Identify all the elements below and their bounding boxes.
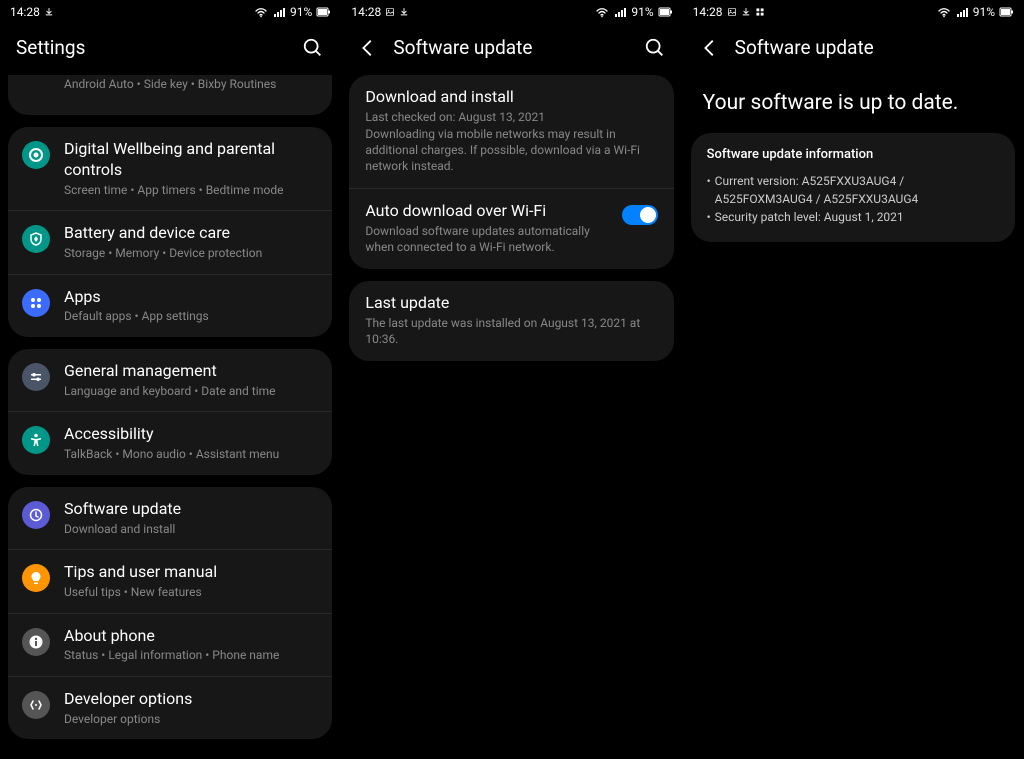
item-title: Digital Wellbeing and parental controls: [64, 139, 318, 181]
general-icon: [22, 363, 50, 391]
download-install-item[interactable]: Download and install Last checked on: Au…: [349, 75, 673, 189]
current-version-line: Current version: A525FXXU3AUG4 / A525FOX…: [707, 172, 999, 208]
back-icon[interactable]: [699, 37, 721, 59]
battery-pct: 91%: [973, 5, 995, 19]
settings-group-partial: Android Auto • Side key • Bixby Routines: [8, 75, 332, 115]
list-item[interactable]: Digital Wellbeing and parental controls S…: [8, 127, 332, 211]
item-title: General management: [64, 361, 318, 382]
last-update-card: Last update The last update was installe…: [349, 281, 673, 361]
search-icon[interactable]: [302, 37, 324, 59]
apps-indicator-icon: [755, 7, 765, 17]
page-title: Software update: [393, 36, 629, 59]
battery-icon: [658, 5, 672, 19]
battery-pct: 91%: [631, 5, 653, 19]
auto-download-item[interactable]: Auto download over Wi-Fi Download softwa…: [349, 189, 673, 269]
item-title: Tips and user manual: [64, 562, 318, 583]
item-sub: Default apps • App settings: [64, 309, 318, 325]
list-item[interactable]: Software update Download and install: [8, 487, 332, 550]
search-icon[interactable]: [644, 37, 666, 59]
status-time: 14:28: [351, 5, 381, 19]
item-title: About phone: [64, 626, 318, 647]
item-sub: Developer options: [64, 712, 318, 728]
signal-icon: [272, 5, 286, 19]
list-item[interactable]: Tips and user manual Useful tips • New fe…: [8, 550, 332, 613]
dev-icon: [22, 691, 50, 719]
item-sub: Android Auto • Side key • Bixby Routines: [64, 77, 318, 93]
item-title: Apps: [64, 287, 318, 308]
item-sub: Download and install: [64, 522, 318, 538]
item-sub: Last checked on: August 13, 2021: [365, 110, 657, 126]
auto-download-toggle[interactable]: [622, 205, 658, 225]
care-icon: [22, 225, 50, 253]
download-indicator-icon: [741, 7, 751, 17]
update-info-card: Software update information Current vers…: [691, 133, 1015, 242]
security-patch-line: Security patch level: August 1, 2021: [707, 208, 999, 226]
list-item[interactable]: Accessibility TalkBack • Mono audio • Ass…: [8, 412, 332, 474]
item-title: Accessibility: [64, 424, 318, 445]
update-options-card: Download and install Last checked on: Au…: [349, 75, 673, 269]
list-item[interactable]: AppsDefault apps • App settings: [8, 275, 332, 337]
signal-icon: [955, 5, 969, 19]
settings-group-2: General management Language and keyboard …: [8, 349, 332, 475]
item-sub: Language and keyboard • Date and time: [64, 384, 318, 400]
about-icon: [22, 628, 50, 656]
status-time: 14:28: [693, 5, 723, 19]
list-item[interactable]: General management Language and keyboard …: [8, 349, 332, 412]
wellbeing-icon: [22, 141, 50, 169]
info-card-title: Software update information: [707, 147, 999, 162]
update-header: Software update: [683, 24, 1023, 75]
item-sub: The last update was installed on August …: [365, 316, 657, 347]
screen-software-update: 14:28 91% Software update Download and i…: [341, 0, 682, 759]
download-indicator-icon: [44, 7, 54, 17]
last-update-item[interactable]: Last update The last update was installe…: [349, 281, 673, 361]
accessibility-icon: [22, 426, 50, 454]
update-icon: [22, 501, 50, 529]
screen-update-status: 14:28 91% Software update Your software …: [683, 0, 1024, 759]
page-title: Software update: [735, 36, 1007, 59]
wifi-icon: [254, 5, 268, 19]
item-sub: Useful tips • New features: [64, 585, 318, 601]
item-title: Auto download over Wi-Fi: [365, 201, 611, 222]
battery-icon: [999, 5, 1013, 19]
apps-icon: [22, 289, 50, 317]
screen-settings: 14:28 91% Settings Android Auto • Side k…: [0, 0, 341, 759]
item-sub: TalkBack • Mono audio • Assistant menu: [64, 447, 318, 463]
hero-text: Your software is up to date.: [703, 91, 1003, 115]
item-title: Battery and device care: [64, 223, 318, 244]
settings-group-1: Digital Wellbeing and parental controls S…: [8, 127, 332, 337]
item-sub: Downloading via mobile networks may resu…: [365, 127, 657, 174]
status-bar: 14:28 91%: [683, 0, 1023, 24]
back-icon[interactable]: [357, 37, 379, 59]
list-item[interactable]: Android Auto • Side key • Bixby Routines: [8, 75, 332, 115]
status-bar: 14:28 91%: [0, 0, 340, 24]
wifi-icon: [595, 5, 609, 19]
item-sub: Storage • Memory • Device protection: [64, 246, 318, 262]
item-sub: Screen time • App timers • Bedtime mode: [64, 183, 318, 199]
list-item[interactable]: Developer options Developer options: [8, 677, 332, 739]
download-indicator-icon: [399, 7, 409, 17]
page-title: Settings: [16, 36, 288, 59]
battery-icon: [316, 5, 330, 19]
wifi-icon: [937, 5, 951, 19]
item-title: Developer options: [64, 689, 318, 710]
image-indicator-icon: [727, 7, 737, 17]
signal-icon: [613, 5, 627, 19]
item-sub: Status • Legal information • Phone name: [64, 648, 318, 664]
list-item[interactable]: Battery and device care Storage • Memory …: [8, 211, 332, 274]
item-title: Software update: [64, 499, 318, 520]
settings-header: Settings: [0, 24, 340, 75]
list-item[interactable]: About phoneStatus • Legal information • …: [8, 614, 332, 677]
battery-pct: 91%: [290, 5, 312, 19]
update-header: Software update: [341, 24, 681, 75]
image-indicator-icon: [385, 7, 395, 17]
item-sub: Download software updates automatically …: [365, 224, 611, 255]
item-title: Last update: [365, 293, 657, 314]
status-bar: 14:28 91%: [341, 0, 681, 24]
update-hero: Your software is up to date.: [683, 75, 1023, 133]
settings-group-3: Software update Download and install Tips …: [8, 487, 332, 740]
status-time: 14:28: [10, 5, 40, 19]
item-title: Download and install: [365, 87, 657, 108]
tips-icon: [22, 564, 50, 592]
